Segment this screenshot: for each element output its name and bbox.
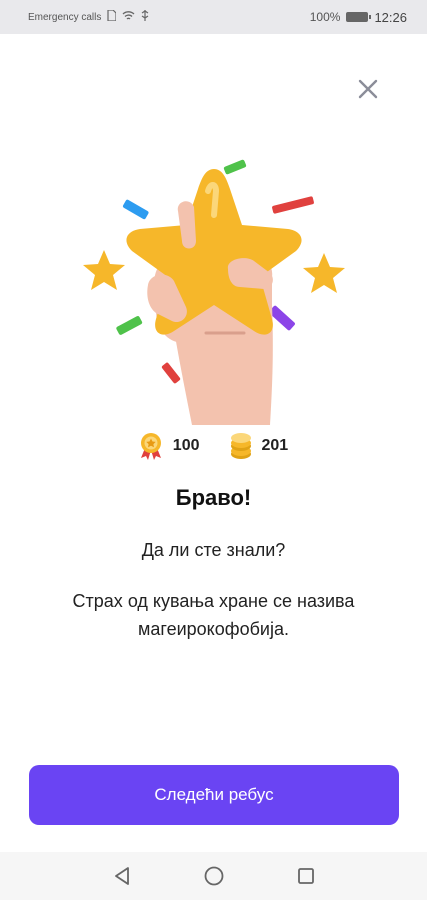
coins-icon: [230, 433, 251, 459]
status-right: 100% 12:26: [310, 10, 407, 25]
points-stat: 100: [139, 432, 200, 460]
status-left: Emergency calls: [28, 9, 149, 24]
nav-recents-button[interactable]: [295, 865, 317, 887]
recents-square-icon: [297, 868, 314, 884]
coins-stat: 201: [230, 432, 289, 460]
wifi-icon: [122, 10, 135, 24]
next-puzzle-button[interactable]: Следећи ребус: [29, 765, 399, 825]
back-triangle-icon: [114, 867, 129, 885]
confetti-blue: [122, 199, 149, 220]
hand-holding-star-illustration: [83, 159, 345, 425]
close-icon: [358, 79, 378, 99]
battery-percent: 100%: [309, 10, 341, 24]
sim-icon: [107, 9, 117, 24]
coins-value: 201: [261, 437, 289, 454]
confetti-green-top: [223, 159, 247, 175]
system-nav-bar: [0, 852, 427, 900]
fact-text: Страх од кувања хране се назива магеирок…: [72, 591, 355, 639]
confetti-red-bottom: [161, 362, 181, 384]
carrier-label: Emergency calls: [28, 11, 102, 23]
status-bar: Emergency calls 100% 12:26: [0, 0, 427, 34]
home-circle-icon: [204, 866, 223, 886]
close-button[interactable]: [353, 74, 383, 104]
did-you-know-heading: Да ли сте знали?: [141, 540, 286, 560]
small-star-left: [83, 250, 125, 290]
small-star-right: [303, 253, 345, 293]
confetti-green-left: [116, 316, 143, 335]
medal-icon: [140, 433, 161, 460]
points-value: 100: [172, 437, 200, 454]
nav-back-button[interactable]: [111, 865, 133, 887]
result-title: Браво!: [175, 485, 252, 510]
clock: 12:26: [374, 9, 407, 25]
confetti-red-right: [272, 196, 314, 214]
stats-row: 100 201: [0, 430, 427, 462]
usb-icon: [141, 10, 149, 24]
battery-icon: [346, 12, 372, 22]
nav-home-button[interactable]: [203, 865, 225, 887]
